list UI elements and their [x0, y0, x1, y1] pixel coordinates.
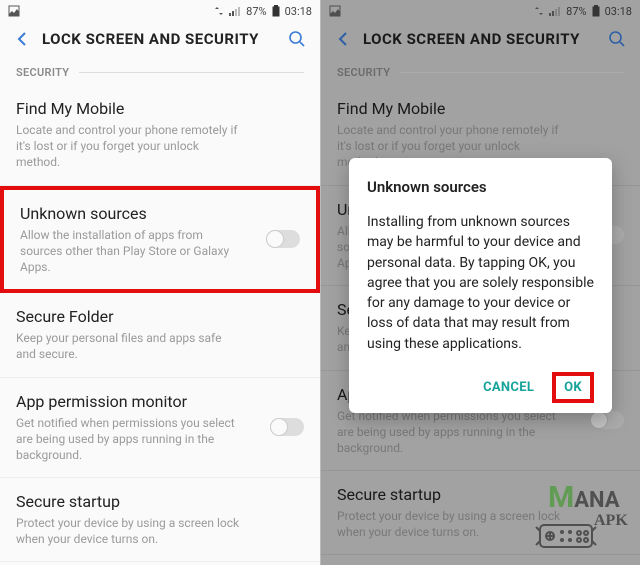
dialog-actions: CANCEL OK — [367, 372, 594, 403]
watermark: MANA APK — [526, 481, 636, 553]
page-title: LOCK SCREEN AND SECURITY — [42, 30, 276, 48]
clock: 03:18 — [285, 5, 312, 18]
battery-icon — [272, 5, 280, 17]
item-title: Unknown sources — [20, 204, 300, 223]
item-desc: Get notified when permissions you select… — [16, 415, 241, 464]
item-find-my-mobile[interactable]: Find My Mobile Locate and control your p… — [0, 85, 320, 186]
cancel-button[interactable]: CANCEL — [473, 372, 544, 403]
item-desc: Keep your personal files and apps safe a… — [16, 330, 241, 362]
dialog-unknown-sources: Unknown sources Installing from unknown … — [349, 158, 612, 413]
dialog-title: Unknown sources — [367, 178, 594, 196]
toggle-app-perm[interactable] — [270, 418, 304, 436]
svg-text:APK: APK — [594, 512, 628, 529]
item-desc: Allow the installation of apps from sour… — [20, 227, 245, 276]
picture-icon — [8, 5, 20, 17]
item-secure-startup[interactable]: Secure startup Protect your device by us… — [0, 478, 320, 562]
item-unknown-sources[interactable]: Unknown sources Allow the installation o… — [0, 186, 320, 294]
phone-left: 87% 03:18 LOCK SCREEN AND SECURITY SECUR… — [0, 0, 320, 565]
item-title: App permission monitor — [16, 392, 304, 411]
item-desc: Locate and control your phone remotely i… — [16, 122, 241, 171]
section-label: SECURITY — [0, 60, 320, 85]
item-app-permission-monitor[interactable]: App permission monitor Get notified when… — [0, 378, 320, 479]
battery-percent: 87% — [246, 5, 266, 18]
data-icon — [214, 6, 224, 16]
app-header: LOCK SCREEN AND SECURITY — [0, 22, 320, 60]
svg-text:MANA: MANA — [548, 481, 620, 515]
dialog-body: Installing from unknown sources may be h… — [367, 212, 594, 354]
toggle-unknown-sources[interactable] — [266, 230, 300, 248]
search-icon[interactable] — [288, 30, 306, 48]
statusbar: 87% 03:18 — [0, 0, 320, 22]
item-secure-folder[interactable]: Secure Folder Keep your personal files a… — [0, 293, 320, 377]
item-desc: Protect your device by using a screen lo… — [16, 515, 241, 547]
signal-icon — [229, 6, 241, 16]
item-title: Find My Mobile — [16, 99, 304, 118]
back-icon[interactable] — [14, 31, 30, 47]
item-title: Secure startup — [16, 492, 304, 511]
phone-right: 87% 03:18 LOCK SCREEN AND SECURITY SECUR… — [320, 0, 640, 565]
item-title: Secure Folder — [16, 307, 304, 326]
ok-button[interactable]: OK — [552, 372, 594, 403]
